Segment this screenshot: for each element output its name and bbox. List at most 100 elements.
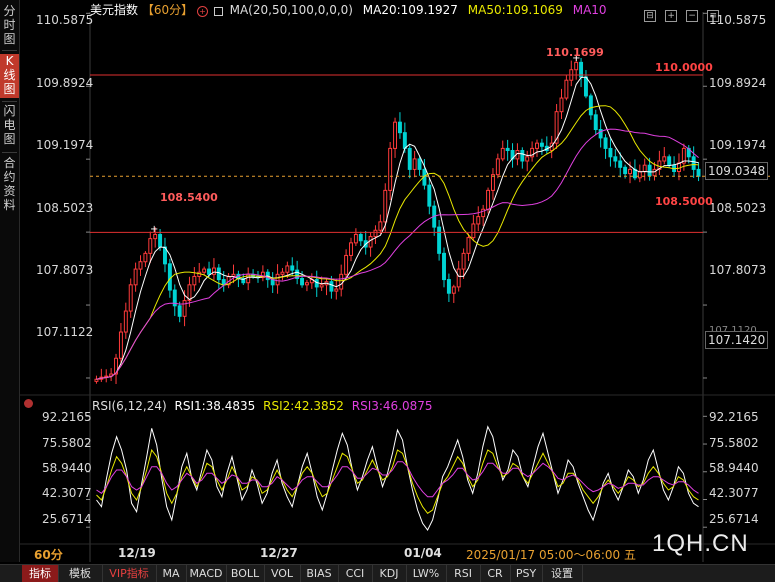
candle-body <box>691 156 696 170</box>
candle-body <box>637 170 642 179</box>
candle-body <box>280 271 285 275</box>
candle-body <box>94 378 99 382</box>
candle-body <box>647 164 652 177</box>
ma10-line <box>96 128 699 380</box>
candle-body <box>339 273 344 290</box>
rsi-tick: 42.3077 <box>709 486 759 500</box>
rsi1-line <box>96 425 699 531</box>
price-tick: 109.8924 <box>709 76 767 90</box>
candle-body <box>564 79 569 99</box>
tab-indicator[interactable]: 指标 <box>22 565 59 582</box>
candle-body <box>300 278 305 286</box>
rsi2-line <box>96 448 699 514</box>
tab-boll[interactable]: BOLL <box>226 565 265 582</box>
tab-template[interactable]: 模板 <box>58 565 103 582</box>
candle-body <box>662 156 667 162</box>
candle-body <box>319 284 324 288</box>
candle-body <box>128 284 133 312</box>
candle-body <box>618 160 623 168</box>
candle-body <box>628 168 632 175</box>
price-tick: 110.5875 <box>709 13 767 27</box>
tab-ma[interactable]: MA <box>156 565 187 582</box>
candle-body <box>349 242 353 256</box>
tab-cr[interactable]: CR <box>480 565 511 582</box>
candle-body <box>490 174 495 191</box>
ma50-line <box>96 105 699 380</box>
price-tick: 107.8073 <box>709 263 767 277</box>
moving-averages <box>96 76 699 380</box>
tab-macd[interactable]: MACD <box>186 565 227 582</box>
candle-body <box>334 288 339 292</box>
candle-body <box>603 137 608 149</box>
candle-body <box>486 189 491 210</box>
candle-body <box>696 168 701 177</box>
candle-body <box>393 121 398 149</box>
ma20-line <box>96 76 699 380</box>
rsi-settings-icon[interactable] <box>24 399 33 408</box>
tab-cci[interactable]: CCI <box>338 565 373 582</box>
price-tick-left: 109.1974 <box>36 138 94 152</box>
date-tick: 01/04 <box>404 546 442 560</box>
price-tick: 108.5023 <box>709 201 767 215</box>
rsi-series <box>96 425 699 531</box>
candle-body <box>368 236 373 248</box>
candle-body <box>495 158 500 176</box>
tab-vol[interactable]: VOL <box>264 565 301 582</box>
candle-body <box>677 162 681 172</box>
candle-body <box>182 300 187 317</box>
candle-body <box>471 223 476 239</box>
candle-body <box>202 268 207 273</box>
candle-body <box>642 164 647 172</box>
price-tick-left: 108.5023 <box>36 201 94 215</box>
candle-body <box>207 268 212 275</box>
candle-body <box>378 221 383 231</box>
candle-body <box>442 252 446 281</box>
local-high-annotation: 108.5400 <box>160 191 218 204</box>
rsi-tick-left: 25.6714 <box>42 512 92 526</box>
candle-body <box>388 147 393 191</box>
rsi-params[interactable]: RSI(6,12,24) <box>92 399 167 413</box>
candle-body <box>118 331 123 359</box>
tab-settings[interactable]: 设置 <box>542 565 583 582</box>
tab-psy[interactable]: PSY <box>510 565 543 582</box>
chart-area[interactable]: ++ <box>0 0 775 562</box>
candle-body <box>177 305 182 317</box>
cursor-time: 2025/01/17 05:00～06:00 五 <box>466 548 636 562</box>
candle-body <box>329 281 334 292</box>
candle-body <box>583 76 588 97</box>
date-tick: 12/19 <box>118 546 156 560</box>
rsi-tick-left: 58.9440 <box>42 461 92 475</box>
period-label: 60分 <box>34 548 63 562</box>
rsi-tick: 92.2165 <box>709 410 759 424</box>
tab-lw[interactable]: LW% <box>406 565 447 582</box>
price-tick-left: 107.1122 <box>36 325 94 339</box>
candle-body <box>520 150 525 162</box>
candle-body <box>383 189 388 223</box>
candle-body <box>466 237 471 254</box>
candle-body <box>344 254 349 275</box>
indicator-tab-bar: 指标 模板 VIP指标 MA MACD BOLL VOL BIAS CCI KD… <box>0 564 775 582</box>
candle-body <box>123 310 128 333</box>
tab-bias[interactable]: BIAS <box>300 565 339 582</box>
candle-body <box>397 121 402 134</box>
watermark: 1QH.CN <box>652 530 749 557</box>
candle-body <box>608 147 613 158</box>
candle-body <box>158 233 163 248</box>
candle-body <box>613 156 618 162</box>
candle-body <box>143 252 148 263</box>
tab-vip[interactable]: VIP指标 <box>102 565 157 582</box>
candle-body <box>525 156 530 162</box>
tab-kdj[interactable]: KDJ <box>372 565 407 582</box>
tab-rsi[interactable]: RSI <box>446 565 481 582</box>
rsi1-value: RSI1:38.4835 <box>174 399 256 413</box>
rsi-tick-left: 75.5802 <box>42 436 92 450</box>
candlestick-series <box>94 56 701 385</box>
candle-body <box>652 168 657 177</box>
candle-body <box>358 233 363 242</box>
candle-body <box>211 267 216 275</box>
candle-body <box>446 279 451 294</box>
candle-body <box>407 147 412 170</box>
candle-body <box>461 252 466 270</box>
rsi-tick: 75.5802 <box>709 436 759 450</box>
rsi-tick-left: 92.2165 <box>42 410 92 424</box>
